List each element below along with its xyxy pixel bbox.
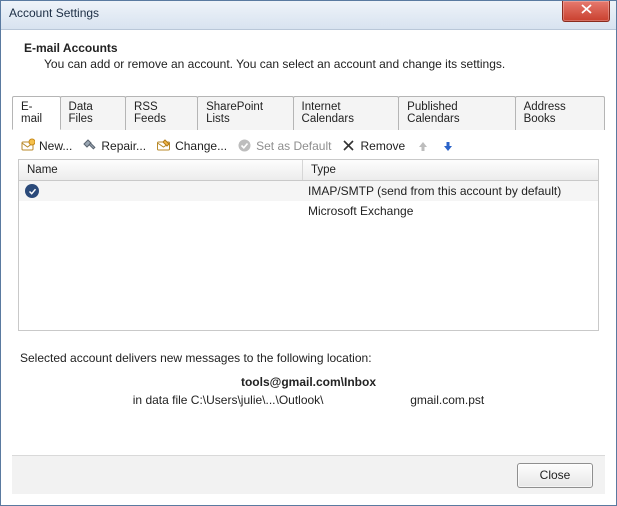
tab-label: Internet Calendars: [302, 101, 354, 125]
delivery-info: Selected account delivers new messages t…: [20, 351, 597, 407]
account-type: Microsoft Exchange: [300, 204, 598, 218]
account-row[interactable]: IMAP/SMTP (send from this account by def…: [19, 181, 598, 201]
close-icon: [581, 4, 592, 14]
dialog-body: E-mail Accounts You can add or remove an…: [6, 31, 611, 500]
repair-icon: [82, 138, 97, 153]
delivery-path: in data file C:\Users\julie\...\Outlook\…: [20, 393, 597, 407]
delivery-intro: Selected account delivers new messages t…: [20, 351, 597, 365]
repair-account-button[interactable]: Repair...: [82, 138, 146, 153]
delivery-path-suffix: gmail.com.pst: [410, 393, 484, 407]
account-type: IMAP/SMTP (send from this account by def…: [300, 184, 598, 198]
tab-label: Data Files: [69, 101, 93, 125]
remove-account-button[interactable]: Remove: [341, 138, 405, 153]
tab-address-books[interactable]: Address Books: [515, 96, 605, 130]
move-down-button[interactable]: [440, 138, 455, 153]
repair-label: Repair...: [101, 139, 146, 153]
dialog-footer: Close: [12, 455, 605, 494]
tab-internet-calendars[interactable]: Internet Calendars: [293, 96, 400, 130]
arrow-down-icon: [440, 138, 455, 153]
tab-rss-feeds[interactable]: RSS Feeds: [125, 96, 198, 130]
tab-label: E-mail: [21, 101, 42, 125]
tab-label: RSS Feeds: [134, 101, 166, 125]
set-default-button: Set as Default: [237, 138, 331, 153]
column-name-label: Name: [27, 164, 58, 176]
remove-icon: [341, 138, 356, 153]
close-window-button[interactable]: [562, 1, 610, 22]
change-icon: [156, 138, 171, 153]
header-subtitle: You can add or remove an account. You ca…: [44, 57, 599, 71]
change-label: Change...: [175, 139, 227, 153]
tab-sharepoint-lists[interactable]: SharePoint Lists: [197, 96, 293, 130]
tab-email[interactable]: E-mail: [12, 96, 61, 130]
delivery-path-prefix: in data file C:\Users\julie\...\Outlook\: [133, 393, 324, 407]
column-type[interactable]: Type: [303, 160, 598, 180]
move-up-button: [415, 138, 430, 153]
accounts-list: Name Type IMAP/SMTP (send from this acco…: [18, 159, 599, 331]
tab-label: Published Calendars: [407, 101, 459, 125]
remove-label: Remove: [360, 139, 405, 153]
default-account-icon: [25, 184, 39, 198]
tab-strip: E-mail Data Files RSS Feeds SharePoint L…: [12, 89, 605, 130]
check-circle-icon: [237, 138, 252, 153]
column-name[interactable]: Name: [19, 160, 303, 180]
column-type-label: Type: [311, 164, 336, 176]
new-account-button[interactable]: New...: [20, 138, 72, 153]
tab-label: SharePoint Lists: [206, 101, 263, 125]
arrow-up-icon: [415, 138, 430, 153]
toolbar: New... Repair... Change... Set as Defaul…: [6, 130, 611, 159]
account-row[interactable]: Microsoft Exchange: [19, 201, 598, 221]
list-header: Name Type: [19, 160, 598, 181]
account-settings-window: Account Settings E-mail Accounts You can…: [0, 0, 617, 506]
close-button-label: Close: [540, 468, 571, 482]
delivery-target: tools@gmail.com\Inbox: [20, 375, 597, 389]
new-label: New...: [39, 139, 72, 153]
set-default-label: Set as Default: [256, 139, 331, 153]
titlebar: Account Settings: [1, 1, 616, 30]
change-account-button[interactable]: Change...: [156, 138, 227, 153]
tab-label: Address Books: [524, 101, 566, 125]
close-button[interactable]: Close: [517, 463, 593, 488]
header-title: E-mail Accounts: [24, 41, 599, 55]
tab-data-files[interactable]: Data Files: [60, 96, 127, 130]
header-block: E-mail Accounts You can add or remove an…: [6, 31, 611, 89]
new-icon: [20, 138, 35, 153]
tab-published-calendars[interactable]: Published Calendars: [398, 96, 515, 130]
window-title: Account Settings: [9, 6, 99, 20]
